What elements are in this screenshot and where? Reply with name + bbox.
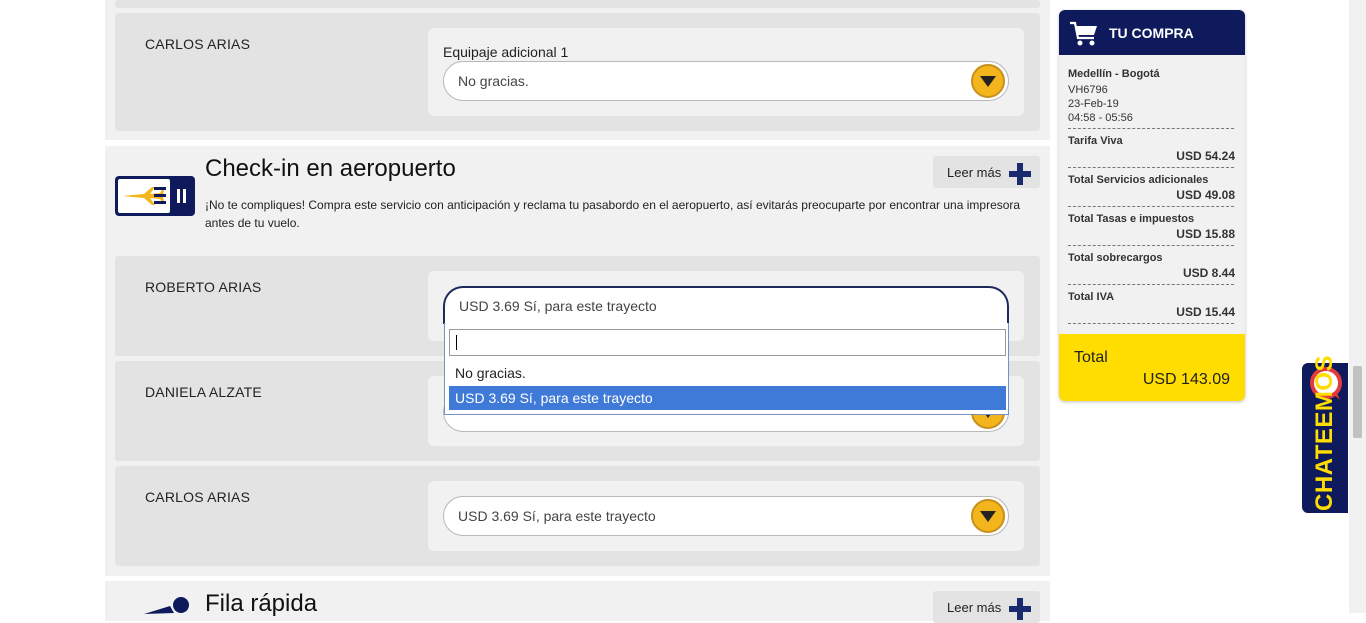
cart-line-value: USD 54.24 <box>1176 149 1235 163</box>
passenger-name: CARLOS ARIAS <box>145 489 251 505</box>
baggage-select[interactable]: No gracias. <box>443 61 1009 101</box>
chevron-down-icon[interactable] <box>971 64 1005 98</box>
divider <box>1068 284 1234 285</box>
passenger-name: DANIELA ALZATE <box>145 384 262 400</box>
divider <box>1068 128 1234 129</box>
divider <box>1068 167 1234 168</box>
cart-line-label: Total Tasas e impuestos <box>1068 213 1195 225</box>
checkin-title: Check-in en aeropuerto <box>205 155 456 182</box>
leer-mas-button[interactable]: Leer más <box>933 156 1040 188</box>
total-value: USD 143.09 <box>1142 371 1230 388</box>
cart-line-value: USD 8.44 <box>1182 266 1235 280</box>
passenger-row <box>115 0 1040 8</box>
plus-icon <box>1009 598 1031 620</box>
total-label: Total <box>1074 349 1108 366</box>
leer-mas-label: Leer más <box>947 164 1002 180</box>
scrollbar-thumb[interactable] <box>1353 366 1362 438</box>
passenger-name: ROBERTO ARIAS <box>145 279 262 295</box>
cart-line-label: Total Servicios adicionales <box>1068 174 1209 186</box>
cart-date: 23-Feb-19 <box>1068 98 1119 110</box>
dropdown-option-highlighted[interactable]: USD 3.69 Sí, para este trayecto <box>449 386 1006 410</box>
cart-total: Total USD 143.09 <box>1059 334 1245 401</box>
cart-line-value: USD 49.08 <box>1176 188 1235 202</box>
checkin-select[interactable]: USD 3.69 Sí, para este trayecto <box>443 496 1009 536</box>
dropdown-search-input[interactable] <box>449 329 1006 356</box>
checkin-select-value: USD 3.69 Sí, para este trayecto <box>458 508 656 524</box>
checkin-select-open[interactable]: USD 3.69 Sí, para este trayecto <box>443 286 1009 324</box>
baggage-select-value: No gracias. <box>458 73 529 89</box>
cart-time: 04:58 - 05:56 <box>1068 112 1133 124</box>
cart-title: TU COMPRA <box>1109 25 1194 41</box>
cart-line-value: USD 15.88 <box>1176 227 1235 241</box>
cart-line-label: Tarifa Viva <box>1068 135 1123 147</box>
divider <box>1068 245 1234 246</box>
fast-lane-icon <box>140 596 192 616</box>
scrollbar[interactable] <box>1349 0 1366 613</box>
chat-widget-button[interactable]: CHATEEMOS <box>1302 355 1348 513</box>
dropdown-option[interactable]: No gracias. <box>449 361 1006 385</box>
cart-line-label: Total sobrecargos <box>1068 252 1163 264</box>
chat-label: CHATEEMOS <box>1311 354 1338 511</box>
plus-icon <box>1009 163 1031 185</box>
select-dropdown: No gracias. USD 3.69 Sí, para este traye… <box>444 323 1009 415</box>
checkin-select-value: USD 3.69 Sí, para este trayecto <box>459 298 657 314</box>
cart-line-value: USD 15.44 <box>1176 305 1235 319</box>
boarding-pass-icon <box>114 175 196 217</box>
checkin-description: ¡No te compliques! Compra este servicio … <box>205 198 1021 230</box>
divider <box>1068 206 1234 207</box>
divider <box>1068 323 1234 324</box>
leer-mas-button[interactable]: Leer más <box>933 591 1040 623</box>
cart-flight: VH6796 <box>1068 84 1108 96</box>
cart-summary: TU COMPRA Medellín - Bogotá VH6796 23-Fe… <box>1059 10 1245 401</box>
baggage-field-label: Equipaje adicional 1 <box>443 44 569 60</box>
text-caret <box>456 335 457 350</box>
cart-line-label: Total IVA <box>1068 291 1115 303</box>
passenger-name: CARLOS ARIAS <box>145 36 251 52</box>
cart-header: TU COMPRA <box>1059 10 1245 55</box>
cart-route: Medellín - Bogotá <box>1068 68 1160 80</box>
chevron-down-icon[interactable] <box>971 499 1005 533</box>
leer-mas-label: Leer más <box>947 599 1002 615</box>
shopping-cart-icon <box>1069 20 1099 47</box>
fila-title: Fila rápida <box>205 590 318 617</box>
